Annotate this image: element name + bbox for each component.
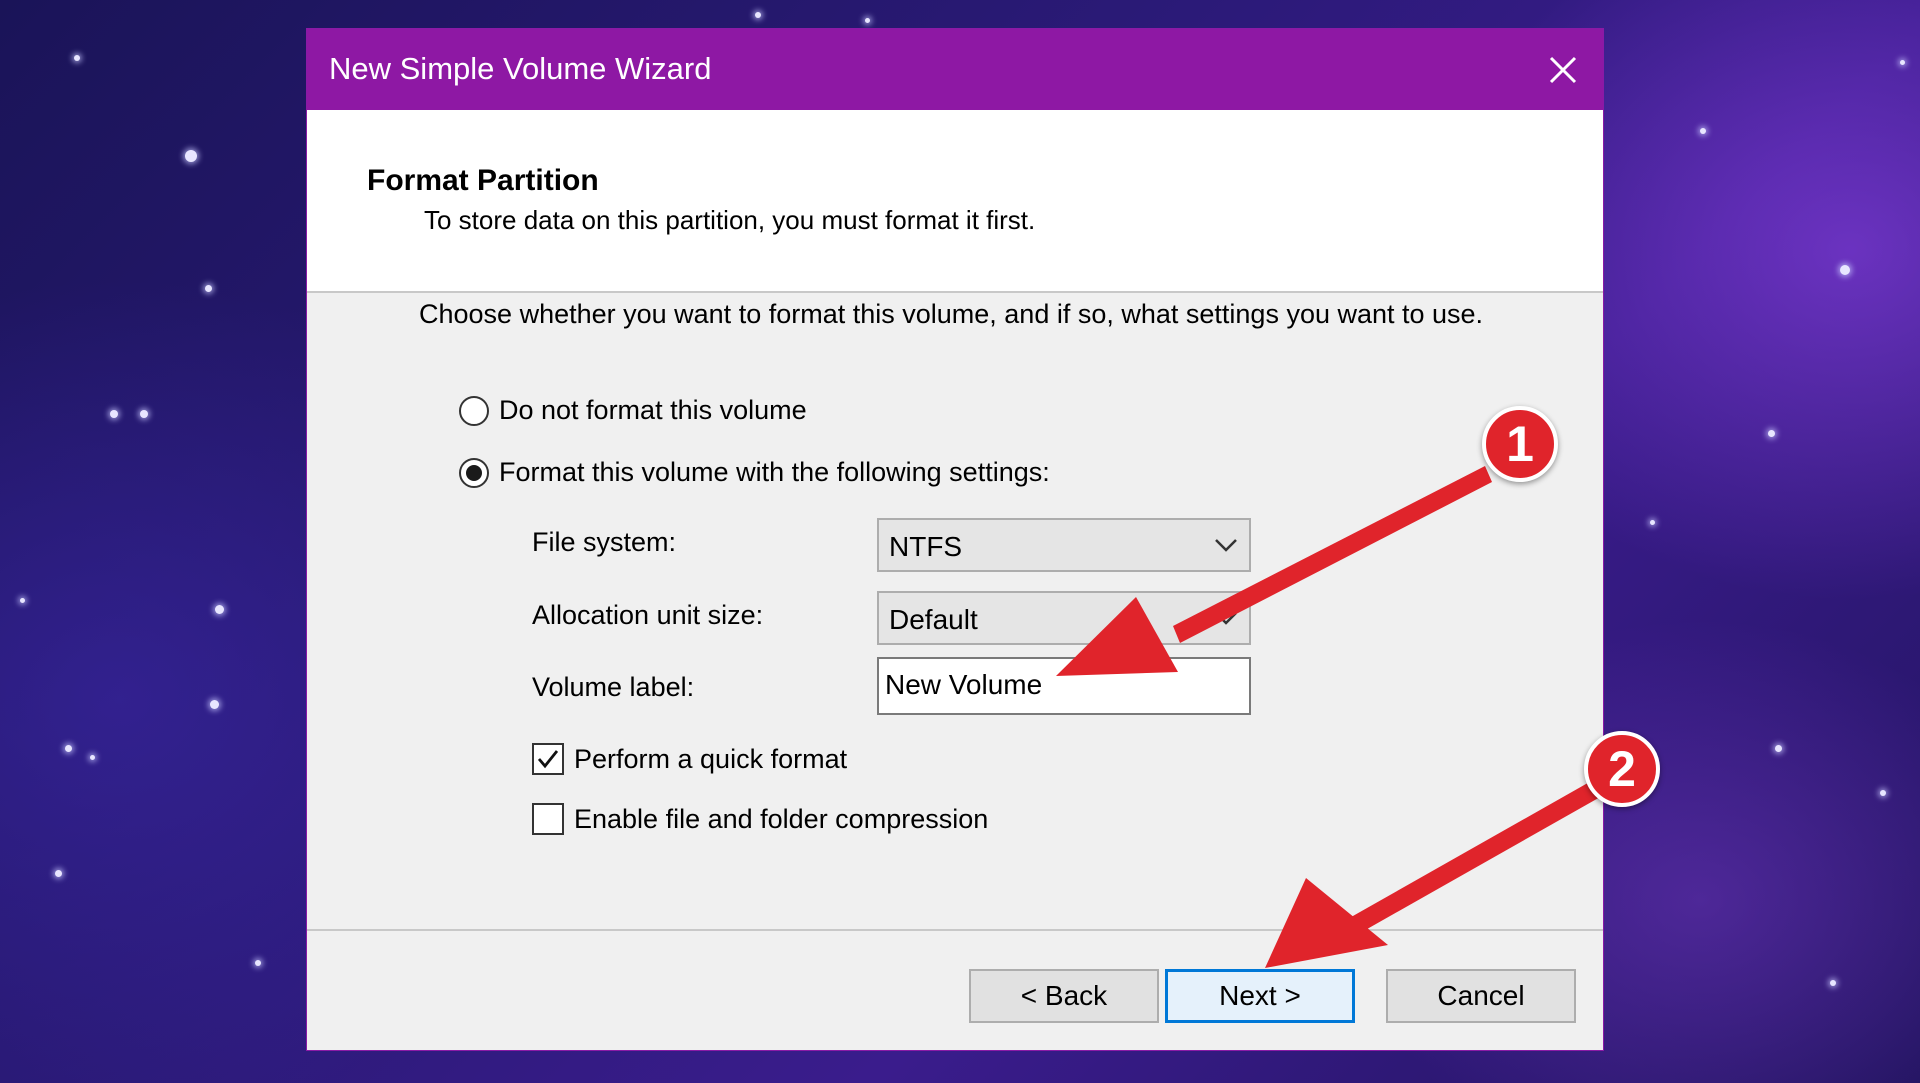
- radio-button[interactable]: [459, 395, 489, 426]
- compression-checkbox-row[interactable]: Enable file and folder compression: [532, 803, 988, 835]
- volume-label-value: New Volume: [885, 669, 1043, 700]
- file-system-dropdown[interactable]: NTFS: [877, 518, 1251, 572]
- star: [755, 12, 761, 18]
- quick-format-checkbox[interactable]: [532, 743, 564, 775]
- star: [1880, 790, 1886, 796]
- file-system-label: File system:: [532, 527, 677, 557]
- allocation-unit-size-label: Allocation unit size:: [532, 600, 764, 630]
- star: [1768, 430, 1775, 437]
- volume-label-label: Volume label:: [532, 672, 695, 702]
- page-title: Format Partition: [367, 164, 599, 197]
- radio-button[interactable]: [459, 457, 489, 488]
- wizard-header: Format Partition To store data on this p…: [307, 110, 1603, 293]
- star: [215, 605, 224, 614]
- close-icon: [1549, 56, 1577, 83]
- next-button[interactable]: Next >: [1165, 969, 1355, 1023]
- compression-checkbox[interactable]: [532, 803, 564, 835]
- step-2-badge: 2: [1584, 731, 1660, 807]
- quick-format-checkbox-row[interactable]: Perform a quick format: [532, 743, 847, 775]
- radio-format-volume[interactable]: Format this volume with the following se…: [459, 457, 1050, 488]
- chevron-down-icon: [1215, 612, 1237, 625]
- checkbox-label: Enable file and folder compression: [574, 803, 989, 834]
- star: [185, 150, 197, 162]
- wizard-window: New Simple Volume Wizard Format Partitio…: [306, 28, 1604, 1051]
- close-button[interactable]: [1523, 29, 1603, 110]
- instruction-text: Choose whether you want to format this v…: [419, 299, 1484, 329]
- star: [1830, 980, 1836, 986]
- star: [140, 410, 148, 418]
- allocation-unit-size-dropdown[interactable]: Default: [877, 591, 1251, 645]
- checkmark-icon: [537, 750, 559, 769]
- page-subtitle: To store data on this partition, you mus…: [424, 205, 1036, 235]
- file-system-value: NTFS: [889, 531, 963, 562]
- star: [1700, 128, 1706, 134]
- chevron-down-icon: [1215, 539, 1237, 552]
- star: [55, 870, 62, 877]
- star: [90, 755, 95, 760]
- star: [210, 700, 219, 709]
- star: [1900, 60, 1905, 65]
- radio-selected-dot: [466, 464, 482, 481]
- back-button[interactable]: < Back: [969, 969, 1159, 1023]
- star: [1775, 745, 1782, 752]
- radio-label: Do not format this volume: [499, 395, 807, 425]
- star: [255, 960, 261, 966]
- star: [1650, 520, 1655, 525]
- window-title: New Simple Volume Wizard: [329, 51, 712, 86]
- volume-label-input[interactable]: New Volume: [877, 657, 1251, 715]
- step-1-badge: 1: [1482, 406, 1558, 482]
- checkbox-label: Perform a quick format: [574, 743, 848, 774]
- radio-label: Format this volume with the following se…: [499, 457, 1050, 487]
- star: [110, 410, 118, 418]
- star: [65, 745, 72, 752]
- star: [20, 598, 25, 603]
- allocation-unit-size-value: Default: [889, 604, 978, 635]
- star: [865, 18, 870, 23]
- footer-divider: [307, 929, 1603, 931]
- cancel-button[interactable]: Cancel: [1386, 969, 1576, 1023]
- star: [74, 55, 80, 61]
- star: [1840, 265, 1850, 275]
- radio-do-not-format[interactable]: Do not format this volume: [459, 395, 807, 426]
- title-bar[interactable]: New Simple Volume Wizard: [307, 29, 1603, 110]
- star: [205, 285, 212, 292]
